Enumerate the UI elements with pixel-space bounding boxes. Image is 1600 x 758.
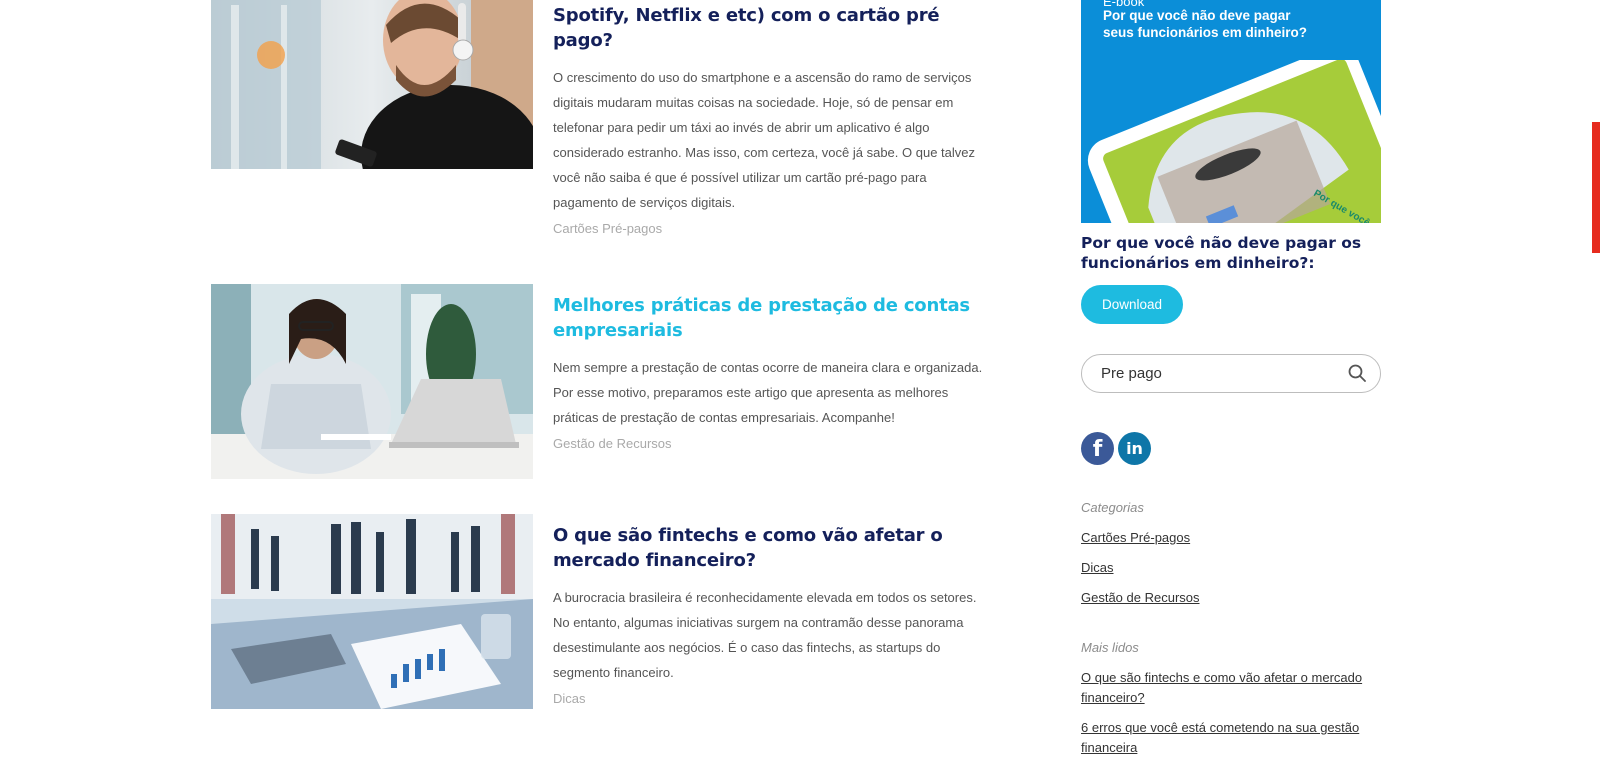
search-icon[interactable] bbox=[1348, 364, 1366, 387]
download-button[interactable]: Download bbox=[1081, 285, 1183, 324]
post-title[interactable]: O que são fintechs e como vão afetar o m… bbox=[553, 523, 993, 573]
post-card: Como utilizar os serviços digitais (Uber… bbox=[211, 0, 991, 245]
post-body: Melhores práticas de prestação de contas… bbox=[553, 293, 993, 451]
ebook-heading: Por que você não deve pagar os funcionár… bbox=[1081, 234, 1362, 272]
post-excerpt: Nem sempre a prestação de contas ocorre … bbox=[553, 360, 983, 425]
category-link[interactable]: Dicas bbox=[1081, 558, 1114, 578]
search-input[interactable] bbox=[1101, 363, 1331, 383]
ebook-cover-image: Por que você deve pagar seus funcion... bbox=[1087, 60, 1381, 223]
post-thumbnail[interactable] bbox=[211, 0, 533, 169]
scrollbar-thumb[interactable] bbox=[1592, 122, 1600, 253]
scrollbar-track[interactable] bbox=[1586, 0, 1600, 745]
post-excerpt: O crescimento do uso do smartphone e a a… bbox=[553, 70, 975, 210]
post-card: Melhores práticas de prestação de contas… bbox=[211, 284, 991, 480]
categories-label: Categorias bbox=[1081, 500, 1144, 515]
post-card: O que são fintechs e como vão afetar o m… bbox=[211, 514, 991, 714]
post-thumbnail[interactable] bbox=[211, 284, 533, 479]
search-box bbox=[1081, 354, 1381, 393]
ebook-banner[interactable]: E-book Por que você não deve pagar seus … bbox=[1081, 0, 1381, 223]
post-thumbnail[interactable] bbox=[211, 514, 533, 709]
most-read-label: Mais lidos bbox=[1081, 640, 1139, 655]
post-body: Como utilizar os serviços digitais (Uber… bbox=[553, 0, 993, 236]
ebook-title: Por que você não deve pagar seus funcion… bbox=[1103, 8, 1308, 40]
most-read-link[interactable]: 6 erros que você está cometendo na sua g… bbox=[1081, 718, 1381, 758]
facebook-letter: f bbox=[1092, 437, 1103, 462]
linkedin-letter: in bbox=[1126, 439, 1143, 458]
linkedin-icon[interactable]: in bbox=[1118, 432, 1151, 465]
post-excerpt: A burocracia brasileira é reconhecidamen… bbox=[553, 590, 977, 680]
category-link[interactable]: Cartões Pré-pagos bbox=[1081, 528, 1190, 548]
post-title[interactable]: Como utilizar os serviços digitais (Uber… bbox=[553, 0, 993, 53]
most-read-link[interactable]: O que são fintechs e como vão afetar o m… bbox=[1081, 668, 1381, 708]
post-body: O que são fintechs e como vão afetar o m… bbox=[553, 523, 993, 706]
post-title[interactable]: Melhores práticas de prestação de contas… bbox=[553, 293, 993, 343]
post-category[interactable]: Gestão de Recursos bbox=[553, 436, 993, 451]
category-link[interactable]: Gestão de Recursos bbox=[1081, 588, 1200, 608]
facebook-icon[interactable]: f bbox=[1081, 432, 1114, 465]
post-category[interactable]: Cartões Pré-pagos bbox=[553, 221, 993, 236]
post-category[interactable]: Dicas bbox=[553, 691, 993, 706]
